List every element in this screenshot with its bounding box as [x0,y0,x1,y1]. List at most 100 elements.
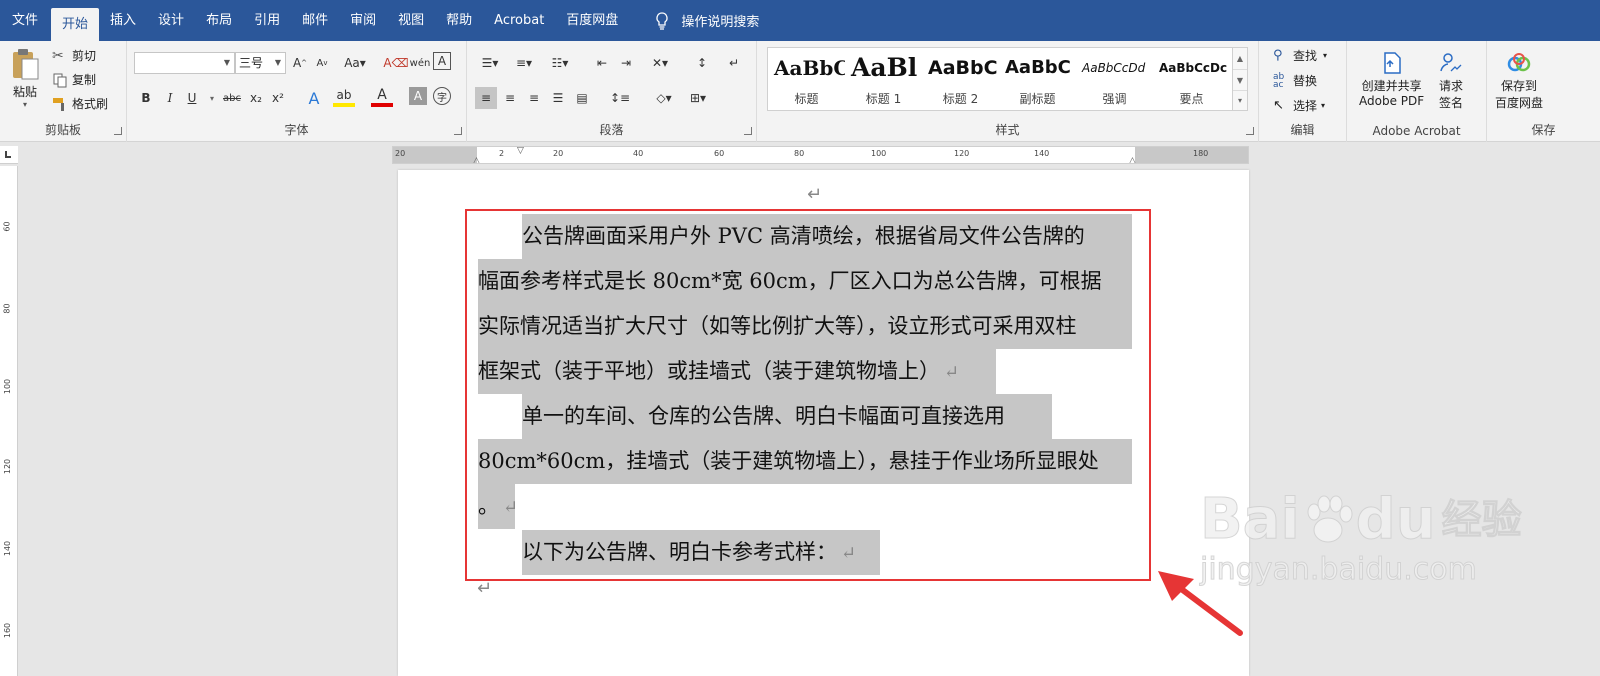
underline-button[interactable]: U [181,87,203,109]
horizontal-ruler[interactable]: 20 2 20 40 60 80 100 120 140 180 ▽ △ △ [392,146,1249,164]
sign-line1: 请求 [1439,79,1464,93]
left-margin-area [393,147,477,163]
paste-button[interactable]: 粘贴 ▾ [6,47,44,109]
tab-layout[interactable]: 布局 [195,0,243,41]
style-item-heading2[interactable]: AaBbC 标题 2 [922,48,999,110]
tab-home[interactable]: 开始 [51,8,100,41]
show-marks-icon[interactable]: ↵ [723,52,745,74]
save-to-baidu-button[interactable]: 保存到 百度网盘 [1495,51,1543,111]
paragraph-launcher-icon[interactable] [744,127,752,135]
align-left-icon[interactable]: ≡ [475,87,497,109]
request-signature-button[interactable]: 请求 签名 [1439,51,1463,111]
first-line-indent-marker[interactable]: ▽ [517,147,524,156]
style-preview: AaBbCcDc [1159,61,1228,75]
clear-formatting-icon[interactable]: A⌫ [383,52,408,74]
ruler-label: 60 [714,149,725,158]
shrink-font-icon[interactable]: Av [311,52,333,74]
grow-font-icon[interactable]: A ^ [289,52,311,74]
font-family-select[interactable]: ▼ [134,52,235,74]
chinese-layout-icon[interactable]: ✕▾ [645,52,675,74]
ruler-label: 140 [1034,149,1050,158]
scroll-up-icon[interactable]: ▲ [1233,48,1247,69]
multilevel-list-icon[interactable]: ☷▾ [543,52,577,74]
vertical-ruler[interactable]: 60 80 100 120 140 160 [0,166,18,676]
cut-button[interactable]: ✂ 剪切 [52,47,96,64]
character-shading-icon[interactable]: A [409,87,427,105]
tab-references[interactable]: 引用 [243,0,291,41]
paste-label: 粘贴 [12,85,37,99]
increase-indent-icon[interactable]: ⇥ [615,52,637,74]
bold-button[interactable]: B [135,87,157,109]
create-share-pdf-button[interactable]: 创建并共享 Adobe PDF [1359,51,1424,108]
enclose-characters-icon[interactable]: 字 [433,87,451,105]
bullets-icon[interactable]: ☰▾ [475,52,505,74]
superscript-button[interactable]: x² [267,87,289,109]
style-item-subtitle[interactable]: AaBbC 副标题 [999,48,1076,110]
paw-icon [1307,495,1353,543]
right-margin-area [1135,147,1248,163]
sort-icon[interactable]: ↕ [691,52,713,74]
font-group-label: 字体 [284,123,309,137]
more-styles-icon[interactable]: ▾ [1233,90,1247,110]
save-line1: 保存到 [1501,79,1538,93]
tab-design[interactable]: 设计 [147,0,195,41]
select-button[interactable]: ↖ 选择 ▾ [1273,97,1325,114]
strikethrough-button[interactable]: abc [219,87,245,109]
align-center-icon[interactable]: ≡ [499,87,521,109]
style-item-title[interactable]: AaBbC 标题 [768,48,845,110]
tab-mailings[interactable]: 邮件 [291,0,339,41]
font-size-select[interactable]: 三号 ▼ [235,52,286,74]
borders-icon[interactable]: ⊞▾ [683,87,713,109]
style-item-emphasis[interactable]: AaBbCcDd 强调 [1076,48,1153,110]
change-case-icon[interactable]: Aa▾ [341,52,369,74]
tab-help[interactable]: 帮助 [435,0,483,41]
copy-button[interactable]: 复制 [52,71,96,88]
cursor-icon: ↖ [1273,97,1284,113]
tell-me-search[interactable]: 操作说明搜索 [629,0,759,41]
paragraph-group: ☰▾ ≡▾ ☷▾ ⇤ ⇥ ✕▾ ↕ ↵ ≡ ≡ ≡ ☰ ▤ ↕≡ ◇▾ ⊞▾ 段… [467,41,757,142]
right-indent-marker[interactable]: △ [1129,156,1136,163]
format-painter-button[interactable]: 格式刷 [52,95,108,112]
style-preview: AaBbC [928,57,998,79]
tab-review[interactable]: 审阅 [339,0,387,41]
tab-selector[interactable] [0,146,18,164]
copy-icon [53,73,67,87]
watermark-cn: 经验 [1441,497,1522,544]
paste-dropdown-icon[interactable]: ▾ [23,100,27,109]
baidu-jingyan-watermark: Bai du 经验 jingyan.baidu.com [1200,487,1523,588]
tab-acrobat[interactable]: Acrobat [483,0,555,41]
numbering-icon[interactable]: ≡▾ [509,52,539,74]
find-button[interactable]: ⚲ 查找 ▾ [1273,47,1327,64]
clipboard-group: 粘贴 ▾ ✂ 剪切 复制 格式刷 剪贴板 [0,41,127,142]
font-color-icon[interactable]: A [371,87,393,107]
shading-icon[interactable]: ◇▾ [649,87,679,109]
justify-icon[interactable]: ☰ [547,87,569,109]
style-name: 副标题 [1019,92,1056,106]
character-border-icon[interactable]: A [433,52,451,70]
watermark-brand2: du [1355,487,1436,552]
scroll-down-icon[interactable]: ▼ [1233,69,1247,90]
align-right-icon[interactable]: ≡ [523,87,545,109]
styles-scrollbar[interactable]: ▲ ▼ ▾ [1232,47,1248,111]
style-item-heading1[interactable]: AaBl 标题 1 [845,48,922,110]
tab-view[interactable]: 视图 [387,0,435,41]
ruler-label: 2 [499,149,505,158]
tab-file[interactable]: 文件 [0,0,51,41]
italic-button[interactable]: I [159,87,181,109]
styles-launcher-icon[interactable] [1246,127,1254,135]
clipboard-launcher-icon[interactable] [114,127,122,135]
highlight-color-icon[interactable]: ab [333,87,355,107]
style-item-strong[interactable]: AaBbCcDc 要点 [1153,48,1230,110]
line-spacing-icon[interactable]: ↕≡ [605,87,635,109]
tab-baidu-netdisk[interactable]: 百度网盘 [555,0,629,41]
paragraph-group-label: 段落 [599,123,624,137]
subscript-button[interactable]: x₂ [245,87,267,109]
replace-button[interactable]: ab ac 替换 [1273,72,1317,89]
phonetic-guide-icon[interactable]: wén [409,52,431,74]
hanging-indent-marker[interactable]: △ [473,156,480,163]
font-launcher-icon[interactable] [454,127,462,135]
tab-insert[interactable]: 插入 [99,0,147,41]
decrease-indent-icon[interactable]: ⇤ [591,52,613,74]
distributed-icon[interactable]: ▤ [571,87,593,109]
text-effects-icon[interactable]: A [303,87,325,109]
